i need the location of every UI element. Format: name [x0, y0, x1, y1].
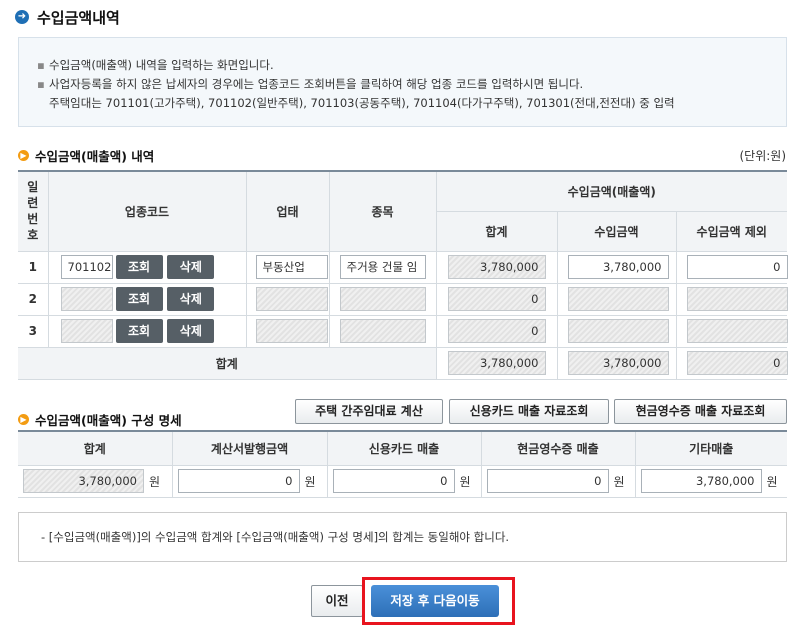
- delete-button[interactable]: 삭제: [167, 255, 215, 279]
- section-title-text: 수입금액(매출액) 내역: [35, 149, 155, 164]
- sum-label: 합계: [18, 346, 437, 380]
- lookup-button[interactable]: 조회: [115, 255, 163, 279]
- total-field: 0: [447, 287, 546, 311]
- table-row: 2 조회 삭제 0: [18, 282, 788, 316]
- header-other-sales: 기타매출: [634, 430, 787, 466]
- bullet-icon: ▪: [37, 77, 45, 91]
- header-invoice-amount: 계산서발행금액: [171, 430, 328, 466]
- revenue-table: 일련번호 업종코드 업태 종목 수입금액(매출액) 합계 수입금액 수입금액 제…: [18, 170, 788, 380]
- header-biz-type: 업태: [245, 170, 330, 252]
- industry-code-input[interactable]: [60, 319, 113, 343]
- table-row: 1 701102 조회 삭제 부동산업 주거용 건물 임 3,780,000 3,…: [18, 250, 788, 284]
- note-text: - [수입금액(매출액)]의 수입금액 합계와 [수입금액(매출액) 구성 명세…: [41, 530, 510, 544]
- lookup-button[interactable]: 조회: [115, 287, 163, 311]
- total-field: 3,780,000: [447, 255, 546, 279]
- bullet-icon: ▪: [37, 58, 45, 72]
- row-number: 3: [18, 314, 49, 348]
- biz-type-input[interactable]: [255, 319, 328, 343]
- total-field: 0: [447, 319, 546, 343]
- revenue-input[interactable]: 3,780,000: [567, 255, 669, 279]
- section-title-composition: ▶ 수입금액(매출액) 구성 명세: [18, 410, 182, 429]
- won-unit: 원: [766, 474, 778, 489]
- arrow-right-icon: ▶: [18, 414, 29, 425]
- revenue-input[interactable]: [567, 319, 669, 343]
- info-line-indent: 주택임대는 701101(고가주택), 701102(일반주택), 701103…: [49, 96, 675, 110]
- header-cash-receipt: 현금영수증 매출: [480, 430, 636, 466]
- highlight-box: [362, 577, 515, 625]
- section-title-revenue: ▶ 수입금액(매출액) 내역: [18, 146, 154, 165]
- prev-button[interactable]: 이전: [311, 585, 363, 617]
- credit-card-lookup-button[interactable]: 신용카드 매출 자료조회: [449, 399, 609, 424]
- composition-total-field: 3,780,000: [23, 469, 144, 493]
- header-credit-card: 신용카드 매출: [326, 430, 482, 466]
- info-line: 수입금액(매출액) 내역을 입력하는 화면입니다.: [49, 58, 274, 72]
- revenue-input[interactable]: [567, 287, 669, 311]
- page-title: ➜ 수입금액내역: [15, 7, 120, 27]
- arrow-right-icon: ➜: [15, 10, 29, 24]
- won-unit: 원: [613, 474, 625, 489]
- note-box: - [수입금액(매출액)]의 수입금액 합계와 [수입금액(매출액) 구성 명세…: [18, 512, 787, 562]
- section-title-text: 수입금액(매출액) 구성 명세: [35, 413, 182, 428]
- composition-table: 합계 계산서발행금액 신용카드 매출 현금영수증 매출 기타매출 3,780,0…: [18, 430, 787, 498]
- unit-label: (단위:원): [739, 149, 786, 163]
- item-input[interactable]: [339, 319, 426, 343]
- won-unit: 원: [304, 474, 316, 489]
- won-unit: 원: [459, 474, 471, 489]
- header-revenue: 수입금액: [556, 210, 677, 252]
- sum-row: 합계 3,780,000 3,780,000 0: [18, 346, 788, 380]
- info-box: ▪ 수입금액(매출액) 내역을 입력하는 화면입니다. ▪ 사업자등록을 하지 않은…: [18, 37, 787, 127]
- header-row-no: 일련번호: [18, 170, 49, 252]
- cash-receipt-input[interactable]: 0: [486, 469, 609, 493]
- excluded-input[interactable]: [686, 287, 788, 311]
- delete-button[interactable]: 삭제: [167, 319, 215, 343]
- sum-excluded-field: 0: [686, 351, 788, 375]
- cash-receipt-lookup-button[interactable]: 현금영수증 매출 자료조회: [614, 399, 787, 424]
- delete-button[interactable]: 삭제: [167, 287, 215, 311]
- credit-card-input[interactable]: 0: [332, 469, 455, 493]
- biz-type-input[interactable]: [255, 287, 328, 311]
- header-excluded: 수입금액 제외: [675, 210, 788, 252]
- industry-code-input[interactable]: 701102: [60, 255, 113, 279]
- other-sales-input[interactable]: 3,780,000: [640, 469, 762, 493]
- item-input[interactable]: 주거용 건물 임: [339, 255, 426, 279]
- industry-code-input[interactable]: [60, 287, 113, 311]
- excluded-input[interactable]: [686, 319, 788, 343]
- row-number: 2: [18, 282, 49, 316]
- excluded-input[interactable]: 0: [686, 255, 788, 279]
- header-item: 종목: [328, 170, 437, 252]
- header-revenue-group: 수입금액(매출액): [435, 170, 788, 212]
- row-number: 1: [18, 250, 49, 284]
- table-row: 3 조회 삭제 0: [18, 314, 788, 348]
- header-total: 합계: [436, 210, 558, 252]
- info-line: 사업자등록을 하지 않은 납세자의 경우에는 업종코드 조회버튼을 클릭하여 해…: [49, 77, 584, 91]
- item-input[interactable]: [339, 287, 426, 311]
- sum-revenue-field: 3,780,000: [567, 351, 669, 375]
- arrow-right-icon: ▶: [18, 150, 29, 161]
- biz-type-input[interactable]: 부동산업: [255, 255, 328, 279]
- invoice-amount-input[interactable]: 0: [177, 469, 300, 493]
- sum-total-field: 3,780,000: [447, 351, 546, 375]
- won-unit: 원: [149, 474, 161, 489]
- lookup-button[interactable]: 조회: [115, 319, 163, 343]
- header-total: 합계: [18, 430, 173, 466]
- page-title-text: 수입금액내역: [37, 8, 120, 27]
- housing-deemed-rent-button[interactable]: 주택 간주임대료 계산: [295, 399, 443, 424]
- header-code: 업종코드: [47, 170, 247, 252]
